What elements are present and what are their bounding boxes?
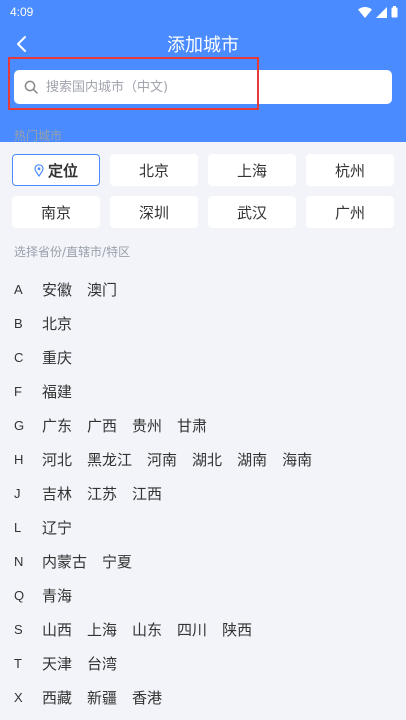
province-group-row: H 河北 黑龙江 河南 湖北 湖南 海南 (0, 442, 406, 476)
province-item[interactable]: 山西 (42, 619, 72, 640)
province-item[interactable]: 江西 (132, 483, 162, 504)
province-item[interactable]: 湖南 (237, 449, 267, 470)
province-item[interactable]: 天津 (42, 653, 72, 674)
index-letter: F (14, 383, 22, 399)
index-letter: A (14, 281, 23, 297)
index-letter: X (14, 689, 23, 705)
province-group-row: N 内蒙古 宁夏 (0, 544, 406, 578)
hot-city-button[interactable]: 广州 (306, 196, 394, 228)
index-letter: C (14, 349, 24, 365)
locate-label: 定位 (47, 161, 78, 180)
province-item[interactable]: 甘肃 (177, 415, 207, 436)
hot-city-button[interactable]: 杭州 (306, 154, 394, 186)
province-item[interactable]: 广东 (42, 415, 72, 436)
province-item[interactable]: 陕西 (222, 619, 252, 640)
province-group-row: S 山西 上海 山东 四川 陕西 (0, 612, 406, 646)
province-item[interactable]: 山东 (132, 619, 162, 640)
location-pin-icon (34, 163, 44, 177)
province-item[interactable]: 吉林 (42, 483, 72, 504)
province-item[interactable]: 河北 (42, 449, 72, 470)
province-item[interactable]: 福建 (42, 381, 72, 402)
index-letter: N (14, 553, 24, 569)
province-group-row: J 吉林 江苏 江西 (0, 476, 406, 510)
province-group-row: F 福建 (0, 374, 406, 408)
province-item[interactable]: 内蒙古 (42, 551, 87, 572)
status-time: 4:09 (10, 5, 34, 19)
index-letter: J (14, 485, 21, 501)
province-group-row: G 广东 广西 贵州 甘肃 (0, 408, 406, 442)
wifi-icon (358, 6, 372, 18)
province-item[interactable]: 台湾 (87, 653, 117, 674)
province-item[interactable]: 辽宁 (42, 517, 72, 538)
province-item[interactable]: 贵州 (132, 415, 162, 436)
province-group-row: A 安徽 澳门 (0, 272, 406, 306)
status-bar: 4:09 (0, 0, 406, 24)
index-letter: B (14, 315, 23, 331)
hot-cities-label: 热门城市 (14, 129, 63, 143)
hot-city-button[interactable]: 北京 (110, 154, 198, 186)
province-item[interactable]: 四川 (177, 619, 207, 640)
hot-city-button[interactable]: 上海 (208, 154, 296, 186)
hot-cities-grid: 定位 北京 上海 杭州 南京 深圳 武汉 广州 (12, 154, 394, 228)
province-item[interactable]: 西藏 (42, 687, 72, 708)
index-letter: H (14, 451, 24, 467)
battery-icon (391, 6, 398, 18)
status-icons (358, 6, 398, 18)
search-highlight-box (8, 57, 259, 110)
province-group-row: L 辽宁 (0, 510, 406, 544)
province-item[interactable]: 重庆 (42, 347, 72, 368)
province-item[interactable]: 青海 (42, 585, 72, 606)
province-item[interactable]: 黑龙江 (87, 449, 132, 470)
province-item[interactable]: 广西 (87, 415, 117, 436)
province-item[interactable]: 香港 (132, 687, 162, 708)
province-item[interactable]: 海南 (282, 449, 312, 470)
index-letter: T (14, 655, 22, 671)
province-group-row: B 北京 (0, 306, 406, 340)
hot-city-button[interactable]: 深圳 (110, 196, 198, 228)
index-letter: L (14, 519, 22, 535)
province-group-row: Q 青海 (0, 578, 406, 612)
province-item[interactable]: 安徽 (42, 279, 72, 300)
index-letter: S (14, 621, 23, 637)
province-item[interactable]: 澳门 (87, 279, 117, 300)
province-list: A 安徽 澳门 B 北京 C 重庆 F 福建 G 广东 广西 贵州 甘肃 H 河北 黑龙江 河南 湖北 湖南 海南 J 吉林… (0, 272, 406, 714)
index-letter: Q (14, 587, 25, 603)
province-item[interactable]: 河南 (147, 449, 177, 470)
province-item[interactable]: 北京 (42, 313, 72, 334)
provinces-label: 选择省份/直辖市/特区 (14, 245, 131, 259)
province-group-row: T 天津 台湾 (0, 646, 406, 680)
province-group-row: X 西藏 新疆 香港 (0, 680, 406, 714)
province-item[interactable]: 江苏 (87, 483, 117, 504)
signal-icon (376, 6, 387, 18)
hot-city-button[interactable]: 南京 (12, 196, 100, 228)
page-title: 添加城市 (167, 35, 239, 56)
back-button[interactable] (8, 30, 36, 58)
index-letter: G (14, 417, 25, 433)
locate-button[interactable]: 定位 (12, 154, 100, 186)
province-group-row: C 重庆 (0, 340, 406, 374)
hot-city-button[interactable]: 武汉 (208, 196, 296, 228)
province-item[interactable]: 新疆 (87, 687, 117, 708)
chevron-left-icon (17, 36, 26, 52)
province-item[interactable]: 湖北 (192, 449, 222, 470)
province-item[interactable]: 上海 (87, 619, 117, 640)
province-item[interactable]: 宁夏 (102, 551, 132, 572)
